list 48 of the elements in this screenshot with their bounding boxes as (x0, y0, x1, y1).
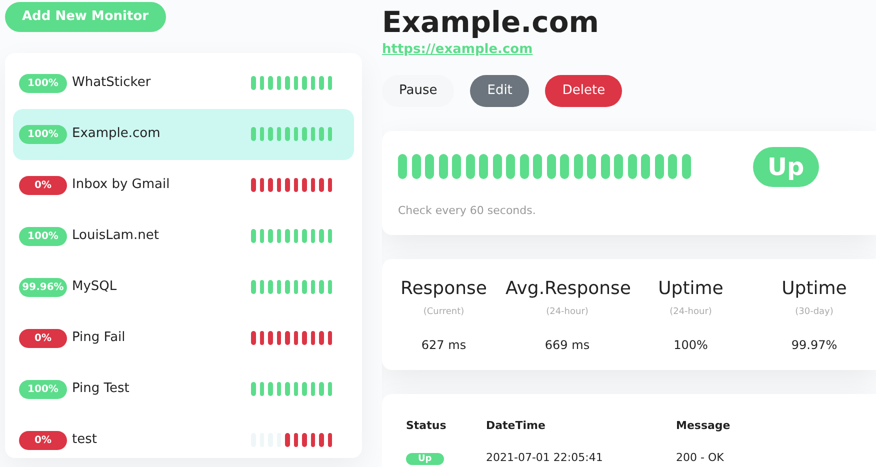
monitor-list-item[interactable]: 100% LouisLam.net (13, 210, 354, 262)
stat-period: (Current) (422, 306, 466, 320)
monitor-list-item[interactable]: 0% Inbox by Gmail (13, 160, 354, 210)
monitor-title: Example.com (382, 5, 600, 40)
stat-period: (24-hour) (545, 306, 590, 320)
table-cell-text: 2021-07-01 22:05:41 (486, 450, 604, 466)
monitor-name: MySQL (72, 278, 117, 296)
monitor-name: Ping Fail (72, 329, 126, 348)
monitor-name: Example.com (72, 125, 160, 144)
uptime-badge: 99.96% (19, 278, 67, 296)
monitor-name: Inbox by Gmail (72, 176, 170, 194)
uptime-badge: 100% (19, 380, 67, 398)
column-header: DateTime (486, 418, 546, 434)
stat-period: (30-day) (794, 306, 834, 320)
column-header: Status (406, 418, 448, 434)
action-button[interactable]: Edit (470, 75, 530, 107)
column-header: Message (676, 418, 730, 434)
monitor-name: LouisLam.net (72, 227, 159, 246)
status-badge: Up (406, 453, 444, 466)
monitor-list-item[interactable]: 0% test (13, 414, 354, 466)
stat-value: 99.97% (790, 336, 838, 354)
uptime-badge: 100% (19, 226, 67, 246)
stat-value: 100% (672, 336, 709, 354)
uptime-badge: 100% (19, 74, 67, 92)
stat-title: Response (400, 277, 488, 302)
monitor-list-item[interactable]: 0% Ping Fail (13, 312, 354, 364)
monitor-name: WhatSticker (72, 74, 151, 92)
uptime-badge: 0% (19, 176, 67, 194)
monitor-list-item[interactable]: 100% Example.com (13, 108, 354, 160)
monitor-list-item[interactable]: 99.96% MySQL (13, 262, 354, 312)
uptime-badge: 0% (19, 430, 67, 450)
action-button[interactable]: Delete (545, 75, 622, 107)
monitor-name: Ping Test (72, 380, 130, 398)
monitor-list-item[interactable]: 100% WhatSticker (13, 58, 354, 108)
stat-value: 669 ms (544, 336, 591, 354)
stat-period: (24-hour) (668, 306, 713, 320)
status-label: Up (752, 146, 820, 187)
action-button[interactable]: Pause (382, 75, 454, 107)
monitor-name: test (72, 431, 97, 450)
uptime-badge: 100% (19, 124, 67, 144)
stat-value: 627 ms (420, 336, 468, 354)
stat-title: Uptime (780, 277, 848, 302)
table-cell-text: 200 - OK (676, 450, 724, 466)
check-interval-note: Check every 60 seconds. (398, 202, 537, 219)
stat-title: Avg.Response (506, 277, 629, 302)
monitor-list-item[interactable]: 100% Ping Test (13, 364, 354, 414)
stat-title: Uptime (657, 277, 724, 302)
uptime-badge: 0% (19, 328, 67, 348)
